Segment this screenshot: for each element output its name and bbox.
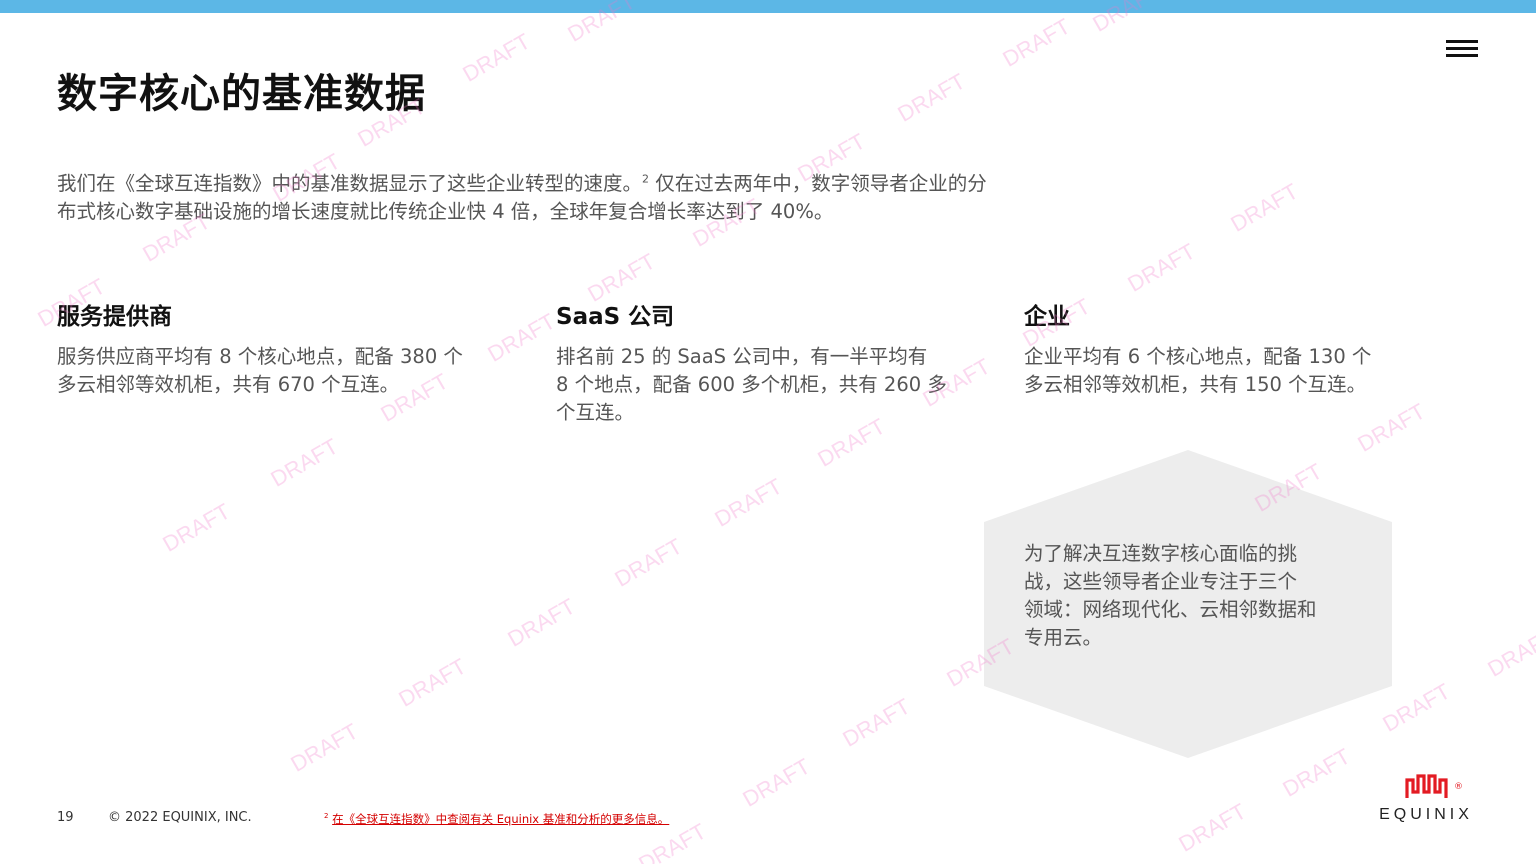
draft-watermark: DRAFT — [710, 473, 787, 532]
callout-line: 领域：网络现代化、云相邻数据和 — [1024, 598, 1317, 621]
draft-watermark: DRAFT — [158, 498, 235, 557]
logo-wordmark: EQUINIX — [1379, 806, 1473, 823]
callout-text: 为了解决互连数字核心面临的挑 战，这些领导者企业专注于三个 领域：网络现代化、云… — [1024, 540, 1334, 652]
callout-line: 专用云。 — [1024, 626, 1103, 649]
callout-line: 战，这些领导者企业专注于三个 — [1024, 570, 1298, 593]
body-line: 服务供应商平均有 8 个核心地点，配备 380 个 — [57, 345, 463, 368]
draft-watermark: DRAFT — [610, 533, 687, 592]
draft-watermark: DRAFT — [893, 68, 970, 127]
draft-watermark: DRAFT — [286, 718, 363, 777]
draft-watermark: DRAFT — [266, 433, 343, 492]
intro-text: 我们在《全球互连指数》中的基准数据显示了这些企业转型的速度。 — [57, 172, 643, 195]
draft-watermark: DRAFT — [1353, 398, 1430, 457]
hamburger-menu-icon[interactable] — [1444, 38, 1480, 60]
body-line: 多云相邻等效机柜，共有 150 个互连。 — [1024, 373, 1367, 396]
column-title-enterprise: 企业 — [1024, 304, 1070, 330]
draft-watermark: DRAFT — [503, 593, 580, 652]
footnote-ref: 2 — [642, 172, 650, 186]
page-number: 19 — [57, 810, 74, 825]
draft-watermark: DRAFT — [1226, 178, 1303, 237]
column-title-service-providers: 服务提供商 — [57, 304, 172, 330]
page-title: 数字核心的基准数据 — [57, 71, 426, 117]
draft-watermark: DRAFT — [583, 248, 660, 307]
footnote-link[interactable]: 在《全球互连指数》中查阅有关 Equinix 基准和分析的更多信息。 — [332, 812, 669, 826]
menu-line — [1446, 47, 1478, 50]
column-title-saas: SaaS 公司 — [556, 304, 675, 330]
top-accent-bar — [0, 0, 1536, 13]
callout-line: 为了解决互连数字核心面临的挑 — [1024, 542, 1298, 565]
draft-watermark: DRAFT — [738, 753, 815, 812]
body-line: 8 个地点，配备 600 多个机柜，共有 260 多 — [556, 373, 947, 396]
menu-line — [1446, 54, 1478, 57]
draft-watermark: DRAFT — [1483, 623, 1536, 682]
draft-watermark: DRAFT — [998, 13, 1075, 72]
body-line: 多云相邻等效机柜，共有 670 个互连。 — [57, 373, 400, 396]
column-body-saas: 排名前 25 的 SaaS 公司中，有一半平均有 8 个地点，配备 600 多个… — [556, 343, 966, 427]
draft-watermark: DRAFT — [838, 693, 915, 752]
intro-paragraph: 我们在《全球互连指数》中的基准数据显示了这些企业转型的速度。2 仅在过去两年中，… — [57, 170, 997, 226]
draft-watermark: DRAFT — [1123, 238, 1200, 297]
menu-line — [1446, 40, 1478, 43]
equinix-logo: ® EQUINIX — [1372, 770, 1480, 828]
body-line: 个互连。 — [556, 401, 635, 424]
column-body-enterprise: 企业平均有 6 个核心地点，配备 130 个 多云相邻等效机柜，共有 150 个… — [1024, 343, 1424, 399]
equinix-logo-mark-icon — [1405, 774, 1448, 798]
body-line: 排名前 25 的 SaaS 公司中，有一半平均有 — [556, 345, 928, 368]
footnote: 2 在《全球互连指数》中查阅有关 Equinix 基准和分析的更多信息。 — [324, 811, 669, 827]
draft-watermark: DRAFT — [1174, 798, 1251, 857]
draft-watermark: DRAFT — [458, 28, 535, 87]
draft-watermark: DRAFT — [394, 653, 471, 712]
column-body-service-providers: 服务供应商平均有 8 个核心地点，配备 380 个 多云相邻等效机柜，共有 67… — [57, 343, 497, 399]
footnote-number: 2 — [324, 812, 329, 821]
registered-mark: ® — [1454, 782, 1463, 792]
copyright-text: © 2022 EQUINIX, INC. — [108, 810, 252, 825]
body-line: 企业平均有 6 个核心地点，配备 130 个 — [1024, 345, 1372, 368]
